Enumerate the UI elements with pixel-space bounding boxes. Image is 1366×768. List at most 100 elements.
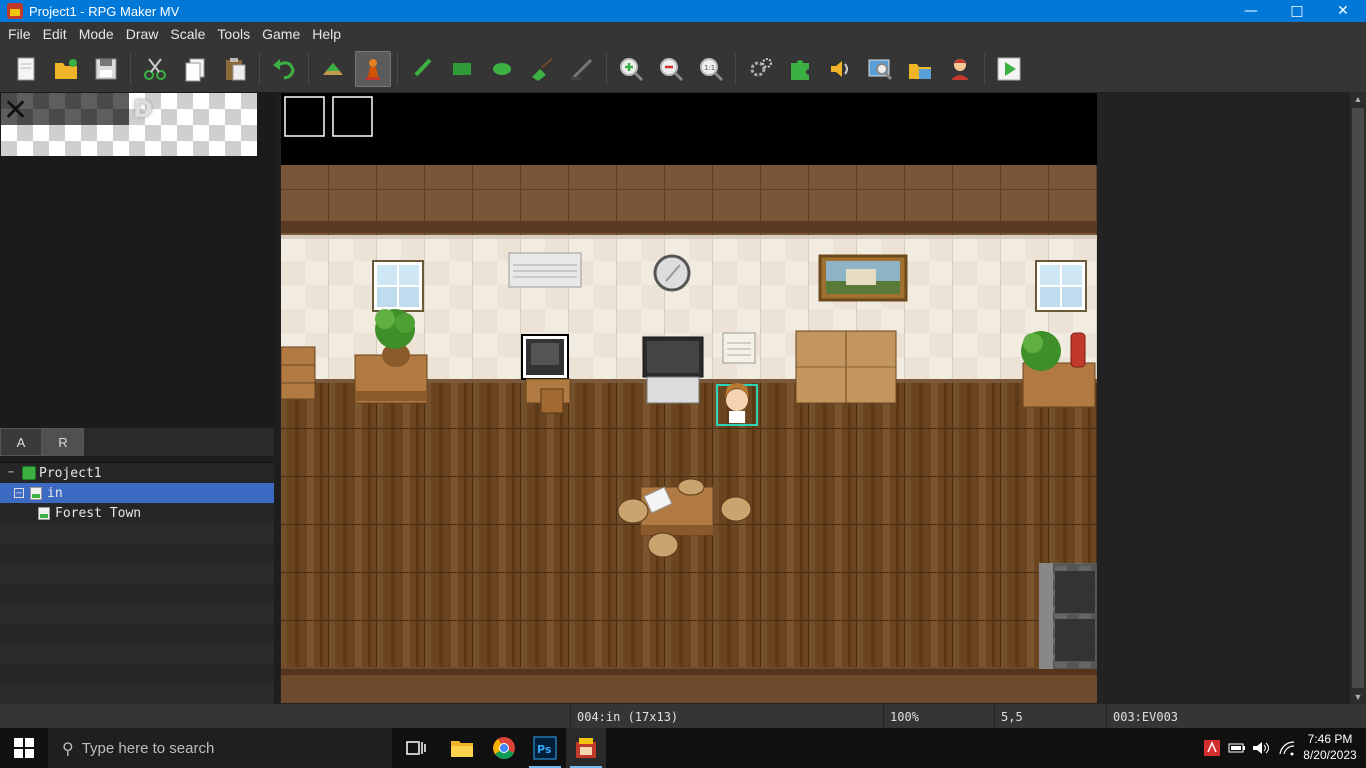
close-button[interactable]: ✕ [1320,0,1366,22]
collapse-icon[interactable]: − [14,488,24,499]
fill-tool-button[interactable] [524,51,560,87]
erase-tile-icon[interactable]: ✕ [3,93,28,128]
menu-draw[interactable]: Draw [120,22,165,46]
status-bar: 004:in (17x13) 100% 5,5 003:EV003 [0,704,1366,728]
map-editor[interactable] [280,92,1350,704]
event-mode-button[interactable] [355,51,391,87]
zoom-in-button[interactable] [613,51,649,87]
toolbar-separator [397,53,398,85]
map-layer-icon [323,63,343,75]
rpg-maker-app-icon [7,3,23,19]
start-button[interactable] [0,728,48,768]
event-searcher-button[interactable] [862,51,898,87]
scroll-up-arrow-icon[interactable]: ▲ [1350,92,1366,106]
d-tile-icon[interactable]: D [133,95,153,123]
pencil-tool-button[interactable] [404,51,440,87]
folder-icon [55,59,77,79]
gears-icon [750,58,772,77]
volume-icon[interactable] [1252,740,1270,756]
taskbar-rpg-maker[interactable] [566,728,606,768]
shadow-pen-icon [571,58,593,80]
shadow-pen-button[interactable] [564,51,600,87]
menu-help[interactable]: Help [306,22,347,46]
tree-item-label: Forest Town [55,505,142,521]
svg-text:Ps: Ps [537,743,552,756]
menu-file[interactable]: File [2,22,37,46]
collapse-icon[interactable]: − [6,468,16,478]
sound-test-button[interactable] [822,51,858,87]
task-view-icon [406,741,426,755]
paste-button[interactable] [217,51,253,87]
minimize-button[interactable]: — [1228,0,1274,22]
tree-item-map-in[interactable]: − in [0,483,274,503]
play-icon [997,57,1021,81]
zoom-out-icon [660,58,684,82]
menu-edit[interactable]: Edit [37,22,73,46]
maximize-button[interactable]: □ [1274,0,1320,22]
tab-r[interactable]: R [42,428,84,456]
map-canvas[interactable] [281,93,1097,703]
taskbar-clock[interactable]: 7:46 PM 8/20/2023 [1296,731,1364,763]
zoom-actual-icon: 1:1 [700,58,724,82]
rpg-maker-icon [576,738,596,758]
status-zoom: 100% [883,704,919,728]
menu-game[interactable]: Game [256,22,306,46]
map-mode-button[interactable] [315,51,351,87]
tree-item-project[interactable]: − Project1 [0,463,274,483]
tab-a[interactable]: A [0,428,42,456]
tileset-palette[interactable]: ✕ D [0,92,274,428]
map-render[interactable] [281,93,1097,703]
search-placeholder: Type here to search [81,739,215,757]
status-coords: 5,5 [994,704,1023,728]
rectangle-icon [453,63,471,75]
zoom-in-icon [620,58,644,82]
toolbar-separator [606,53,607,85]
new-project-button[interactable] [8,51,44,87]
database-button[interactable] [742,51,778,87]
zoom-out-button[interactable] [653,51,689,87]
resource-folder-icon [909,64,931,79]
open-project-button[interactable] [48,51,84,87]
clock-time: 7:46 PM [1307,732,1353,746]
actual-size-button[interactable]: 1:1 [693,51,729,87]
ellipse-icon [493,63,511,75]
status-event: 003:EV003 [1106,704,1178,728]
file-explorer-icon [451,741,473,757]
taskbar-chrome[interactable] [484,728,524,768]
puzzle-icon [791,60,809,80]
fill-bucket-icon [532,58,553,81]
toolbar-separator [735,53,736,85]
acrobat-icon[interactable] [1204,740,1220,756]
resource-manager-button[interactable] [902,51,938,87]
toolbar-separator [308,53,309,85]
taskbar-search-box[interactable]: ⚲ Type here to search [48,728,392,768]
cut-button[interactable] [137,51,173,87]
taskbar-file-explorer[interactable] [442,728,482,768]
tileset-row[interactable]: ✕ D [1,93,257,156]
taskbar: ⚲ Type here to search Ps 7:46 PM 8/20/20… [0,728,1366,768]
search-icon: ⚲ [62,738,74,758]
playtest-button[interactable] [991,51,1027,87]
speaker-icon [831,61,848,77]
task-view-button[interactable] [396,728,436,768]
wifi-icon[interactable] [1278,740,1296,756]
menu-scale[interactable]: Scale [164,22,211,46]
ellipse-tool-button[interactable] [484,51,520,87]
menu-bar: File Edit Mode Draw Scale Tools Game Hel… [0,22,1366,46]
scroll-thumb[interactable] [1352,108,1364,688]
battery-icon[interactable] [1228,741,1246,755]
undo-button[interactable] [266,51,302,87]
taskbar-photoshop[interactable]: Ps [525,728,565,768]
menu-tools[interactable]: Tools [211,22,256,46]
copy-button[interactable] [177,51,213,87]
character-generator-button[interactable] [942,51,978,87]
paste-icon [226,58,246,81]
plugin-manager-button[interactable] [782,51,818,87]
map-vertical-scrollbar[interactable]: ▲ ▼ [1350,92,1366,704]
tree-item-map-forest-town[interactable]: Forest Town [0,503,274,523]
map-icon [30,486,42,500]
menu-mode[interactable]: Mode [73,22,120,46]
scroll-down-arrow-icon[interactable]: ▼ [1350,690,1366,704]
rectangle-tool-button[interactable] [444,51,480,87]
save-project-button[interactable] [88,51,124,87]
